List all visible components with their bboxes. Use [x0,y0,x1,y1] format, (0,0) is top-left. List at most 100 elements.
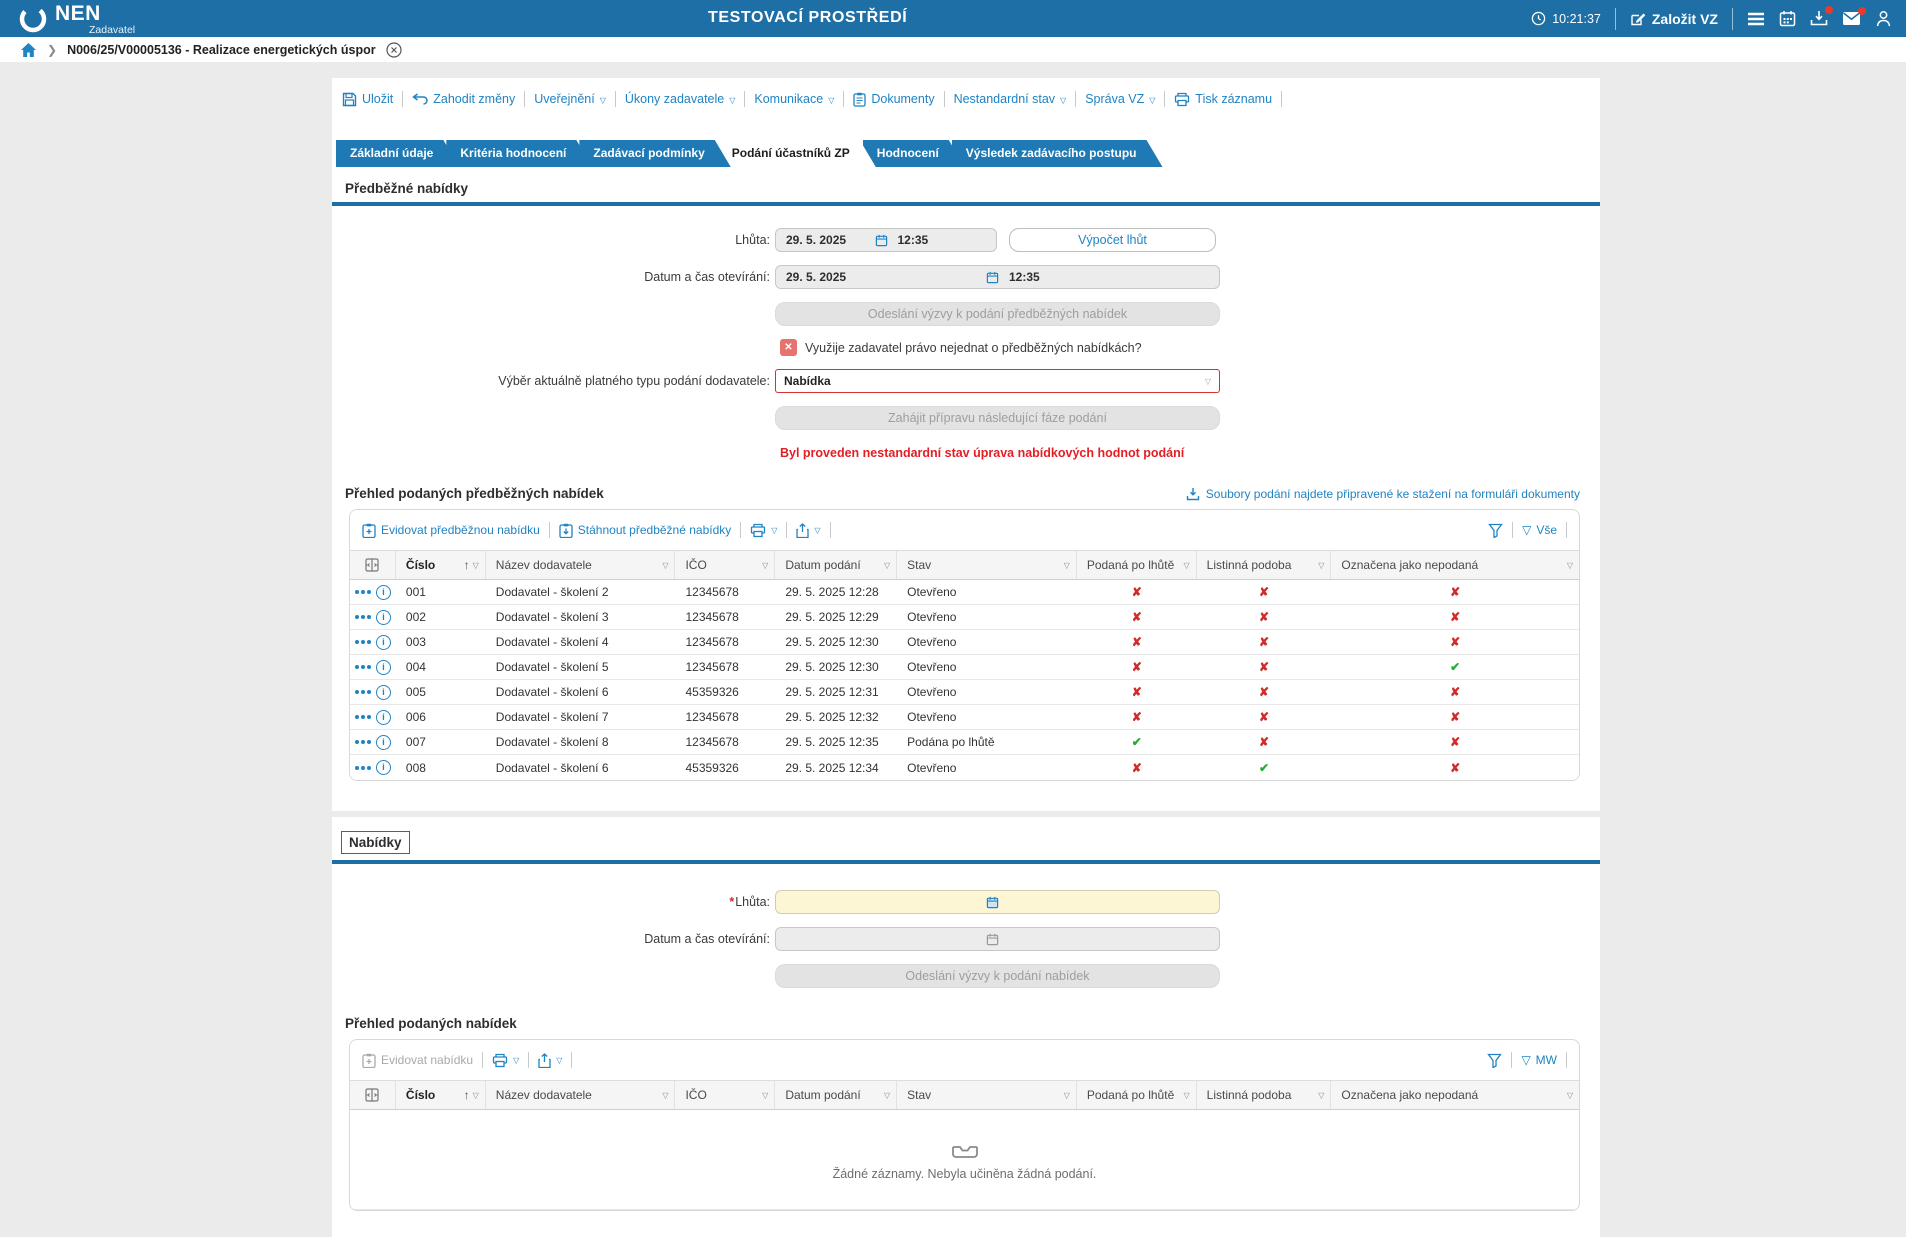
view-preset-select[interactable]: ▽ MW [1521,1053,1557,1067]
filter-dropdown-icon[interactable]: ▽ [762,561,768,570]
filter-dropdown-icon[interactable]: ▽ [762,1091,768,1100]
table-row[interactable]: i 001 Dodavatel - školení 2 12345678 29.… [350,580,1579,605]
tab-hodnoceni[interactable]: Hodnocení [863,140,965,167]
table-row[interactable]: i 005 Dodavatel - školení 6 45359326 29.… [350,680,1579,705]
column-header-datum[interactable]: Datum podání ▽ [775,1081,898,1109]
filter-dropdown-icon[interactable]: ▽ [1064,1091,1070,1100]
sprava-vz-menu[interactable]: Správa VZ ▽ [1085,92,1155,106]
export-table-button[interactable]: ▽ [796,522,821,538]
lhuta-field[interactable]: 29. 5. 2025 12:35 [775,228,997,252]
filter-dropdown-icon[interactable]: ▽ [662,1091,668,1100]
filter-button[interactable] [1487,1053,1503,1068]
menu-icon[interactable] [1747,12,1765,26]
row-menu-icon[interactable] [354,715,371,719]
column-header-nazev[interactable]: Název dodavatele ▽ [486,1081,676,1109]
oteviran-field[interactable]: 29. 5. 2025 12:35 [775,265,1220,289]
print-table-button[interactable]: ▽ [492,1053,519,1068]
ukony-zadavatele-menu[interactable]: Úkony zadavatele ▽ [625,92,736,106]
print-table-button[interactable]: ▽ [750,523,777,538]
typ-podani-select[interactable]: Nabídka ▽ [775,369,1220,393]
row-menu-icon[interactable] [354,615,371,619]
row-menu-icon[interactable] [354,590,371,594]
tab-zakladni-udaje[interactable]: Základní údaje [336,140,459,167]
row-menu-icon[interactable] [354,740,371,744]
save-button[interactable]: Uložit [342,92,393,107]
uverejneni-menu[interactable]: Uveřejnění ▽ [534,92,606,106]
column-chooser-icon[interactable] [350,1081,396,1109]
discard-changes-button[interactable]: Zahodit změny [412,92,515,106]
row-info-icon[interactable]: i [375,634,391,650]
column-header-oznacena[interactable]: Označena jako nepodaná ▽ [1331,1081,1579,1109]
filter-dropdown-icon[interactable]: ▽ [884,561,890,570]
download-files-link[interactable]: Soubory podání najdete připravené ke sta… [1186,487,1580,501]
checkbox-unchecked-icon[interactable]: ✕ [780,339,797,356]
tab-kriteria-hodnoceni[interactable]: Kritéria hodnocení [446,140,592,167]
table-row[interactable]: i 003 Dodavatel - školení 4 12345678 29.… [350,630,1579,655]
column-chooser-icon[interactable] [350,551,396,579]
filter-dropdown-icon[interactable]: ▽ [1183,1091,1189,1100]
filter-dropdown-icon[interactable]: ▽ [1318,561,1324,570]
evidovat-predbeznou-button[interactable]: Evidovat předběžnou nabídku [362,523,540,538]
stahnout-predbezne-button[interactable]: Stáhnout předběžné nabídky [559,523,731,538]
column-header-cislo[interactable]: Číslo ↑ ▽ [396,1081,486,1109]
column-header-oznacena[interactable]: Označena jako nepodaná ▽ [1331,551,1579,579]
calendar-icon[interactable] [986,271,999,284]
tab-zadavaci-podminky[interactable]: Zadávací podmínky [579,140,730,167]
filter-dropdown-icon[interactable]: ▽ [1567,561,1573,570]
inbox-download-icon[interactable] [1810,6,1833,27]
column-header-podana[interactable]: Podaná po lhůtě ▽ [1077,1081,1197,1109]
filter-dropdown-icon[interactable]: ▽ [473,561,479,570]
tab-vysledek[interactable]: Výsledek zadávacího postupu [952,140,1163,167]
create-vz-button[interactable]: Založit VZ [1630,11,1718,27]
filter-dropdown-icon[interactable]: ▽ [1318,1091,1324,1100]
filter-dropdown-icon[interactable]: ▽ [473,1091,479,1100]
nestandardni-stav-menu[interactable]: Nestandardní stav ▽ [954,92,1067,106]
column-header-nazev[interactable]: Název dodavatele ▽ [486,551,676,579]
filter-dropdown-icon[interactable]: ▽ [1567,1091,1573,1100]
table-row[interactable]: i 004 Dodavatel - školení 5 12345678 29.… [350,655,1579,680]
column-header-ico[interactable]: IČO ▽ [675,1081,776,1109]
column-header-stav[interactable]: Stav ▽ [897,551,1077,579]
export-table-button[interactable]: ▽ [538,1052,562,1068]
row-menu-icon[interactable] [354,690,371,694]
filter-dropdown-icon[interactable]: ▽ [1183,561,1189,570]
filter-button[interactable] [1488,523,1503,538]
user-icon[interactable] [1875,10,1892,27]
dokumenty-button[interactable]: Dokumenty [853,92,935,107]
filter-dropdown-icon[interactable]: ▽ [884,1091,890,1100]
print-record-button[interactable]: Tisk záznamu [1174,92,1272,107]
calendar-icon[interactable] [986,896,999,909]
calendar-icon[interactable] [875,234,888,247]
tab-podani-ucastniku[interactable]: Podání účastníků ZP [718,140,876,167]
row-info-icon[interactable]: i [375,760,391,775]
close-breadcrumb-icon[interactable] [385,41,402,58]
row-menu-icon[interactable] [354,665,371,669]
filter-dropdown-icon[interactable]: ▽ [1064,561,1070,570]
filter-dropdown-icon[interactable]: ▽ [662,561,668,570]
row-info-icon[interactable]: i [375,709,391,725]
table-row[interactable]: i 007 Dodavatel - školení 8 12345678 29.… [350,730,1579,755]
mail-icon[interactable] [1842,7,1866,26]
table-row[interactable]: i 006 Dodavatel - školení 7 12345678 29.… [350,705,1579,730]
column-header-podana[interactable]: Podaná po lhůtě ▽ [1077,551,1197,579]
column-header-datum[interactable]: Datum podání ▽ [775,551,898,579]
row-info-icon[interactable]: i [375,609,391,625]
row-menu-icon[interactable] [354,765,371,770]
column-header-stav[interactable]: Stav ▽ [897,1081,1077,1109]
column-header-listinna[interactable]: Listinná podoba ▽ [1197,1081,1332,1109]
nabidky-lhuta-field[interactable] [775,890,1220,914]
row-menu-icon[interactable] [354,640,371,644]
table-row[interactable]: i 008 Dodavatel - školení 6 45359326 29.… [350,755,1579,780]
nen-logo[interactable]: NEN Zadavatel [18,2,135,35]
vypocet-lhut-button[interactable]: Výpočet lhůt [1009,228,1216,252]
column-header-listinna[interactable]: Listinná podoba ▽ [1197,551,1332,579]
table-row[interactable]: i 002 Dodavatel - školení 3 12345678 29.… [350,605,1579,630]
komunikace-menu[interactable]: Komunikace ▽ [754,92,834,106]
breadcrumb-item[interactable]: N006/25/V00005136 - Realizace energetick… [67,43,376,57]
row-info-icon[interactable]: i [375,584,391,600]
column-header-cislo[interactable]: Číslo ↑ ▽ [396,551,486,579]
row-info-icon[interactable]: i [375,659,391,675]
column-header-ico[interactable]: IČO ▽ [675,551,776,579]
view-preset-select[interactable]: ▽ Vše [1522,523,1557,537]
home-icon[interactable] [20,42,37,58]
